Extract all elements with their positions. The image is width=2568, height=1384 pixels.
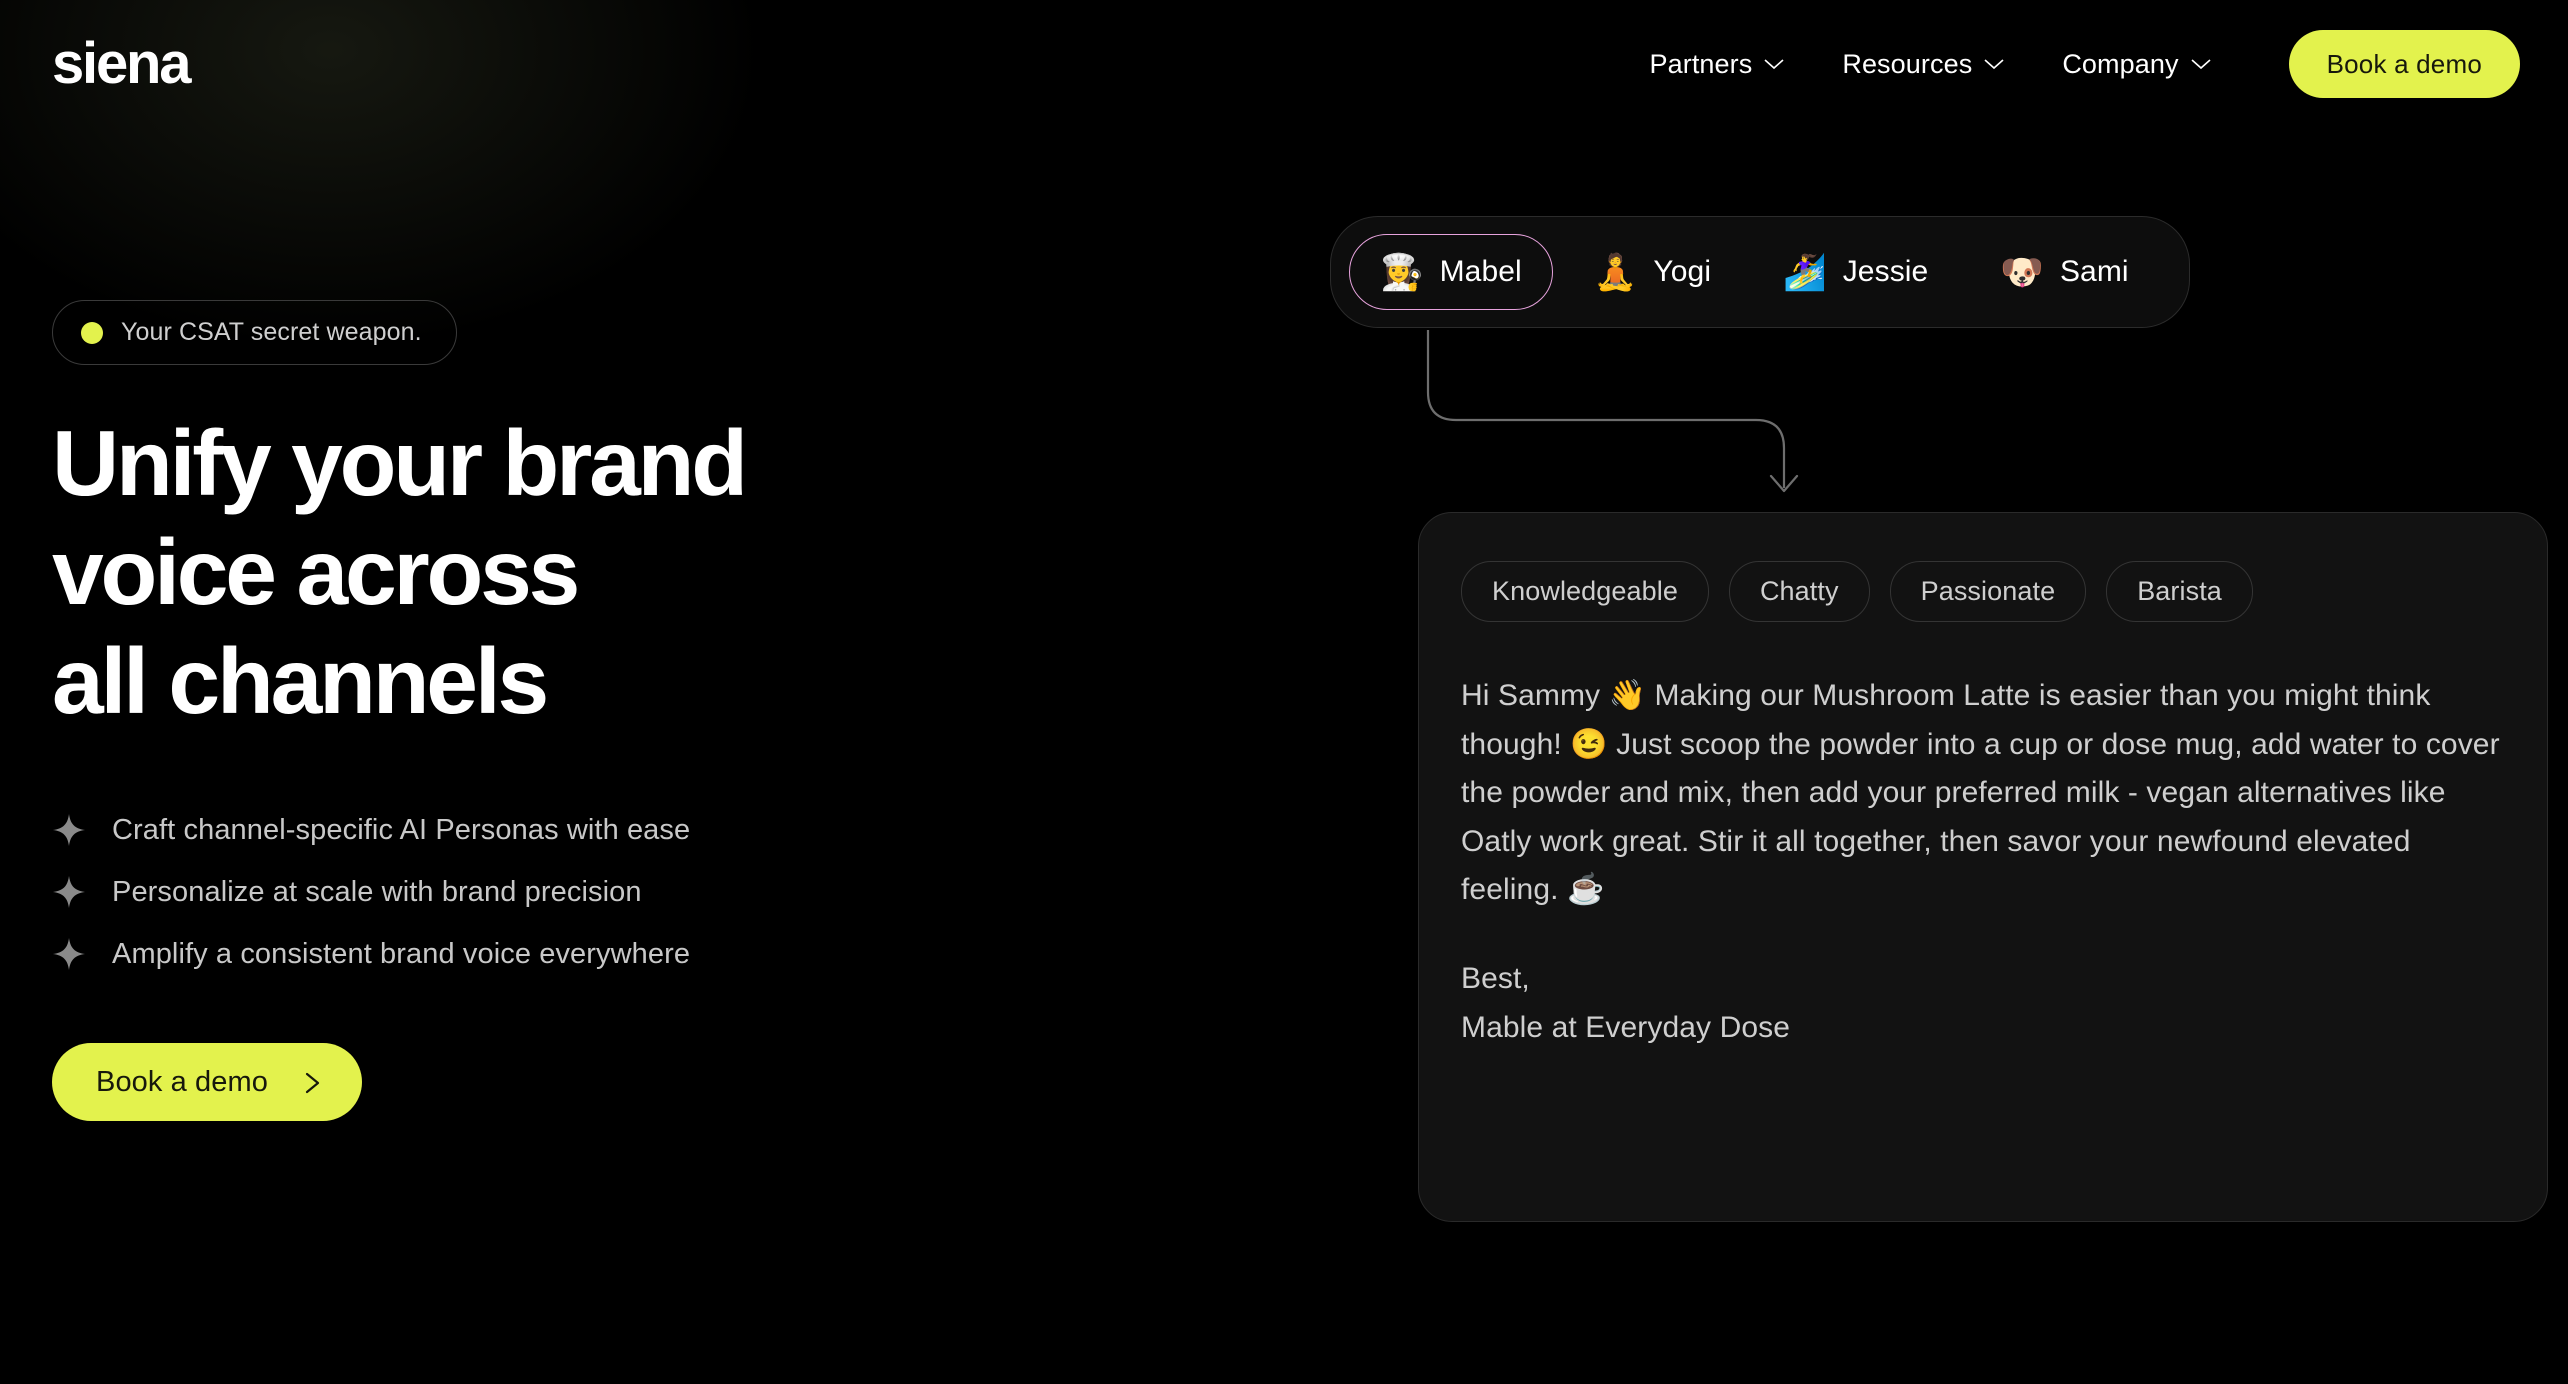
- list-item: Personalize at scale with brand precisio…: [52, 875, 1192, 909]
- sparkle-icon: [52, 875, 86, 909]
- lotus-person-emoji-icon: 🧘: [1593, 252, 1638, 292]
- persona-tab-sami[interactable]: 🐶 Sami: [1969, 234, 2159, 310]
- status-badge[interactable]: Barista: [2106, 561, 2253, 622]
- nav-item-partners-label: Partners: [1649, 48, 1753, 79]
- site-header: siena Partners Resources Company Book a …: [0, 0, 2568, 128]
- persona-demo: 👩‍🍳 Mabel 🧘 Yogi 🏄‍♀️ Jessie 🐶 Sami: [1330, 216, 2520, 493]
- persona-tab-jessie-label: Jessie: [1842, 255, 1929, 288]
- connector-arrow-icon: [1426, 330, 1799, 493]
- persona-trait-tags: Knowledgeable Chatty Passionate Barista: [1461, 561, 2505, 622]
- hero-feature-list: Craft channel-specific AI Personas with …: [52, 813, 1192, 971]
- dog-face-emoji-icon: 🐶: [2000, 252, 2044, 292]
- status-badge[interactable]: Passionate: [1889, 561, 2087, 622]
- chevron-down-icon: [2191, 58, 2211, 70]
- persona-tab-bar: 👩‍🍳 Mabel 🧘 Yogi 🏄‍♀️ Jessie 🐶 Sami: [1330, 216, 2190, 328]
- persona-response-card: Knowledgeable Chatty Passionate Barista …: [1418, 512, 2548, 1222]
- hero-badge-label: Your CSAT secret weapon.: [121, 318, 422, 346]
- main-navigation: Partners Resources Company Book a demo: [1650, 30, 2568, 98]
- persona-message-signature: Best, Mable at Everyday Dose: [1461, 961, 1791, 1044]
- page-title: Unify your brand voice across all channe…: [52, 409, 1192, 735]
- chef-emoji-icon: 👩‍🍳: [1380, 252, 1424, 292]
- persona-tab-yogi-label: Yogi: [1653, 255, 1712, 288]
- nav-item-resources[interactable]: Resources: [1842, 49, 2004, 80]
- persona-tab-yogi[interactable]: 🧘 Yogi: [1563, 234, 1742, 310]
- chevron-down-icon: [1984, 58, 2004, 70]
- sparkle-icon: [52, 937, 86, 971]
- persona-tab-sami-label: Sami: [2059, 255, 2129, 288]
- persona-tab-jessie[interactable]: 🏄‍♀️ Jessie: [1752, 234, 1959, 310]
- status-badge[interactable]: Knowledgeable: [1461, 561, 1709, 622]
- list-item-label: Personalize at scale with brand precisio…: [112, 875, 642, 908]
- list-item: Craft channel-specific AI Personas with …: [52, 813, 1192, 847]
- hero-content: Your CSAT secret weapon. Unify your bran…: [52, 300, 1192, 1122]
- persona-message-body: Hi Sammy 👋 Making our Mushroom Latte is …: [1461, 679, 2509, 907]
- chevron-right-icon: [302, 1070, 324, 1094]
- surfer-emoji-icon: 🏄‍♀️: [1783, 252, 1827, 292]
- header-book-a-demo-button[interactable]: Book a demo: [2288, 30, 2520, 98]
- status-badge[interactable]: Chatty: [1728, 561, 1870, 622]
- sparkle-icon: [52, 813, 86, 847]
- siena-logo[interactable]: siena: [52, 35, 192, 93]
- list-item-label: Amplify a consistent brand voice everywh…: [112, 937, 691, 970]
- persona-tab-mabel[interactable]: 👩‍🍳 Mabel: [1349, 234, 1553, 310]
- list-item: Amplify a consistent brand voice everywh…: [52, 937, 1192, 971]
- badge-dot-icon: [81, 321, 103, 344]
- chevron-down-icon: [1764, 58, 1784, 70]
- headline-line-2: voice across: [52, 519, 580, 624]
- hero-book-a-demo-label: Book a demo: [96, 1065, 268, 1098]
- headline-line-3: all channels: [52, 628, 549, 733]
- nav-item-company-label: Company: [2062, 48, 2179, 79]
- nav-item-partners[interactable]: Partners: [1650, 49, 1785, 80]
- list-item-label: Craft channel-specific AI Personas with …: [112, 813, 691, 846]
- headline-line-1: Unify your brand: [52, 411, 748, 515]
- nav-item-company[interactable]: Company: [2062, 48, 2211, 80]
- persona-tab-mabel-label: Mabel: [1439, 255, 1522, 288]
- hero-badge: Your CSAT secret weapon.: [52, 300, 457, 365]
- hero-book-a-demo-button[interactable]: Book a demo: [52, 1043, 362, 1122]
- nav-item-resources-label: Resources: [1842, 48, 1973, 79]
